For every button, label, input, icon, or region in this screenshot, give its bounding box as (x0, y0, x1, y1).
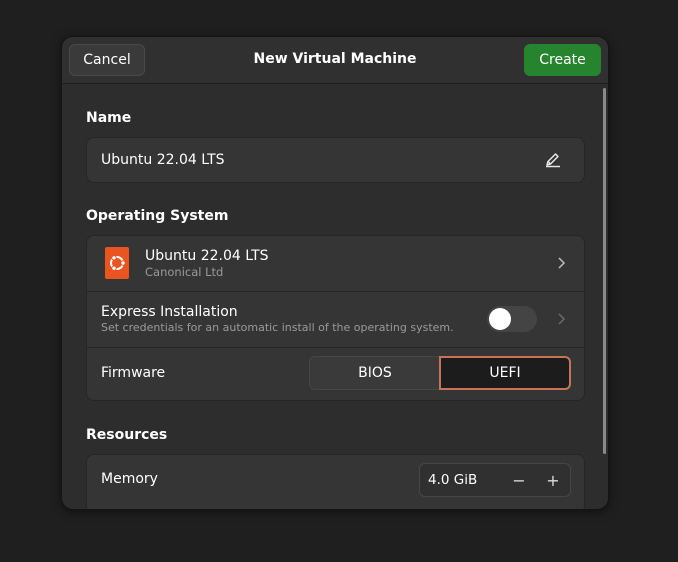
memory-row: Memory 4.0 GiB − + (87, 455, 584, 509)
chevron-right-icon (558, 257, 566, 269)
chevron-right-icon (558, 313, 566, 325)
scrollbar[interactable] (603, 88, 606, 454)
memory-decrement-button[interactable]: − (502, 464, 536, 496)
os-row[interactable]: Ubuntu 22.04 LTS Canonical Ltd (87, 236, 584, 291)
firmware-segmented-control: BIOS UEFI (309, 356, 571, 390)
scroll-content[interactable]: Name Ubuntu 22.04 LTS Operating System U… (62, 84, 608, 509)
memory-value[interactable]: 4.0 GiB (428, 472, 477, 488)
os-vendor: Canonical Ltd (145, 265, 224, 279)
resources-card: Memory 4.0 GiB − + (86, 454, 585, 509)
os-name: Ubuntu 22.04 LTS (145, 248, 269, 264)
ubuntu-logo-icon (105, 247, 129, 279)
os-section-label: Operating System (86, 208, 229, 224)
express-installation-subtitle: Set credentials for an automatic install… (101, 321, 454, 334)
name-section-label: Name (86, 110, 132, 126)
firmware-label: Firmware (101, 365, 166, 381)
resources-section-label: Resources (86, 427, 168, 443)
edit-pencil-icon[interactable] (544, 151, 562, 169)
name-field[interactable]: Ubuntu 22.04 LTS (86, 137, 585, 183)
memory-label: Memory (101, 471, 158, 487)
firmware-uefi-button[interactable]: UEFI (439, 356, 571, 390)
express-installation-title: Express Installation (101, 304, 238, 320)
toggle-knob (489, 308, 511, 330)
express-installation-toggle[interactable] (487, 306, 537, 332)
firmware-row: Firmware BIOS UEFI (87, 347, 584, 400)
os-card: Ubuntu 22.04 LTS Canonical Ltd Express I… (86, 235, 585, 401)
new-vm-dialog: Cancel New Virtual Machine Create Name U… (61, 36, 609, 510)
memory-increment-button[interactable]: + (536, 464, 570, 496)
create-button[interactable]: Create (524, 44, 601, 76)
firmware-bios-button[interactable]: BIOS (310, 356, 440, 390)
header-bar: Cancel New Virtual Machine Create (62, 37, 608, 84)
express-installation-row[interactable]: Express Installation Set credentials for… (87, 291, 584, 347)
name-value: Ubuntu 22.04 LTS (101, 152, 225, 168)
memory-spinbutton[interactable]: 4.0 GiB − + (419, 463, 571, 497)
